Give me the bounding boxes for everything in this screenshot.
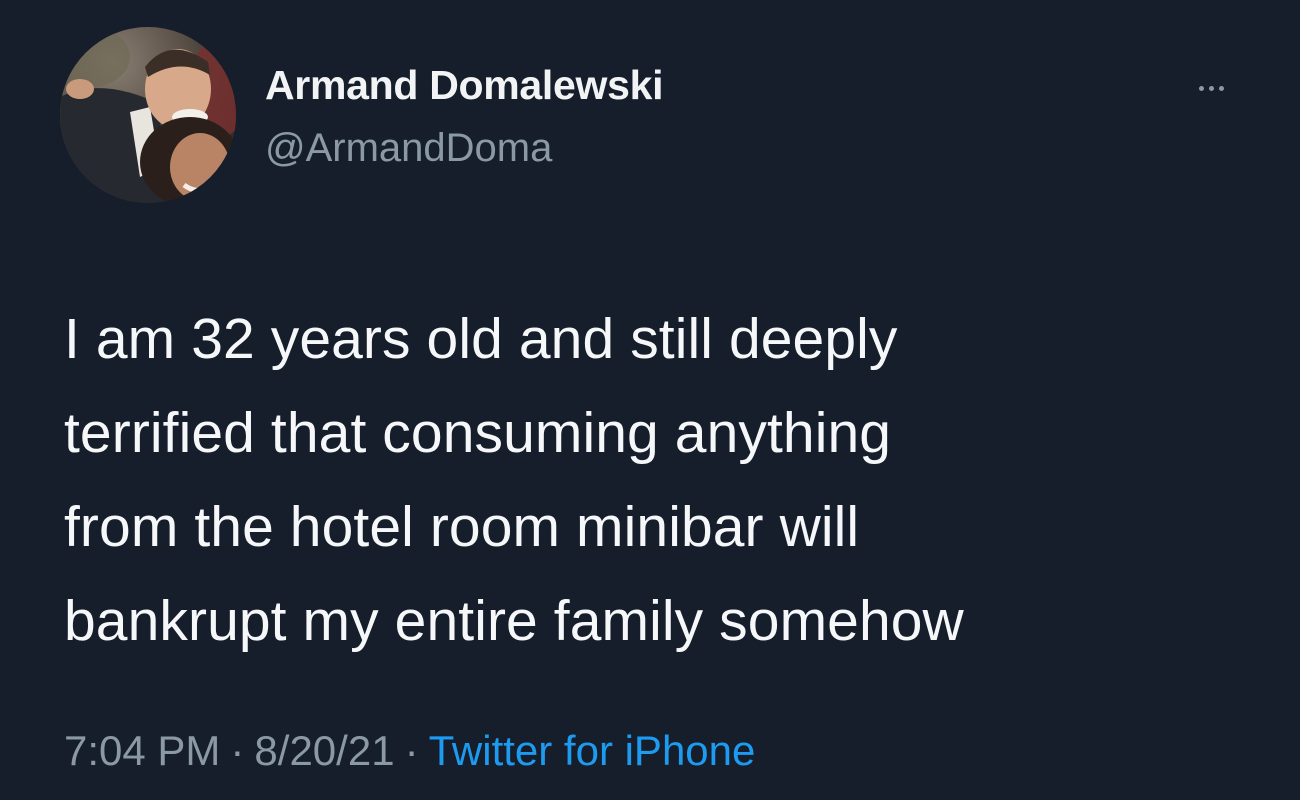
separator: · (230, 727, 245, 774)
more-horizontal-icon (1198, 85, 1204, 91)
more-options-button[interactable] (1182, 76, 1240, 100)
separator: · (404, 727, 419, 774)
author-name[interactable]: Armand Domalewski (265, 62, 664, 109)
author-handle[interactable]: @ArmandDoma (265, 126, 552, 171)
tweet-text: I am 32 years old and still deeply terri… (64, 307, 964, 653)
tweet-source-link[interactable]: Twitter for iPhone (429, 727, 756, 774)
more-horizontal-icon (1208, 85, 1214, 91)
avatar-photo-icon (60, 27, 236, 203)
tweet-date[interactable]: 8/20/21 (254, 727, 394, 774)
tweet-metadata: 7:04 PM · 8/20/21 · Twitter for iPhone (64, 727, 755, 775)
more-horizontal-icon (1218, 85, 1224, 91)
tweet-time[interactable]: 7:04 PM (64, 727, 220, 774)
avatar[interactable] (60, 27, 236, 203)
tweet-card: Armand Domalewski @ArmandDoma I am 32 ye… (0, 0, 1300, 800)
